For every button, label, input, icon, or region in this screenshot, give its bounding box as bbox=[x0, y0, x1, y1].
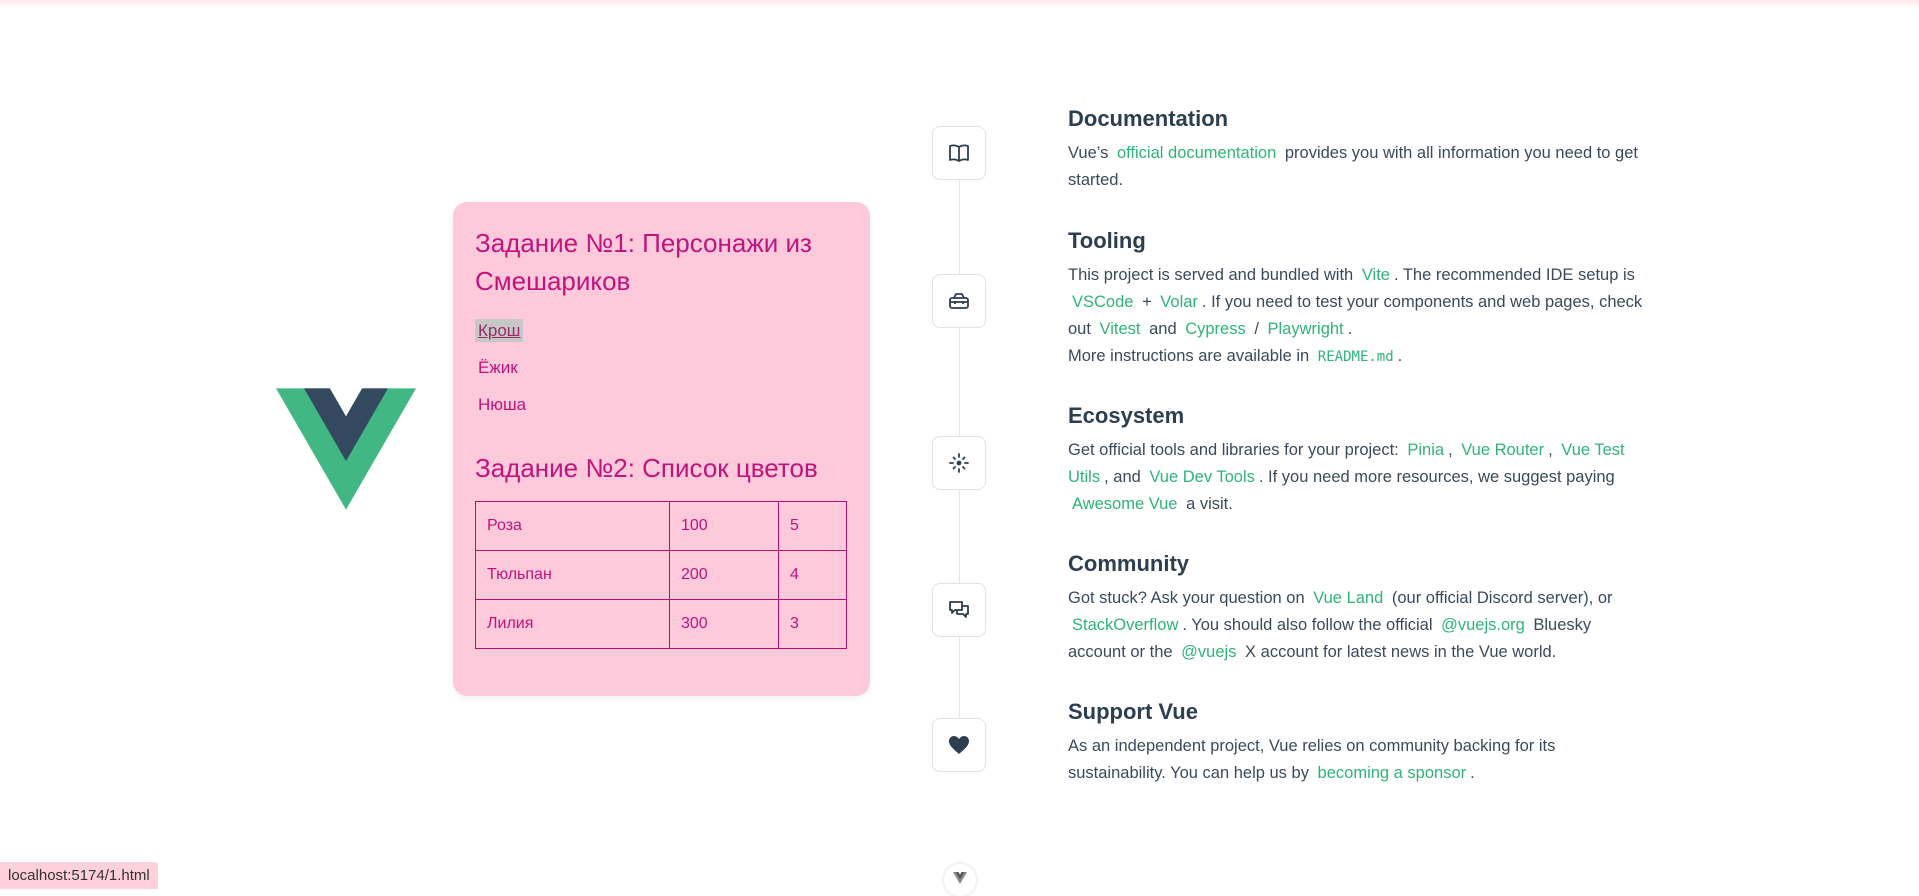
text: As an independent project, Vue relies on… bbox=[1068, 737, 1556, 782]
vue-mini-icon bbox=[953, 872, 967, 884]
section-text: Vue’s official documentation provides yo… bbox=[1068, 140, 1648, 194]
text: This project is served and bundled with bbox=[1068, 266, 1354, 284]
official-docs-link[interactable]: official documentation bbox=[1113, 144, 1280, 162]
text: . If you need more resources, we suggest… bbox=[1258, 468, 1615, 486]
characters-list: Крош Ёжик Нюша bbox=[475, 312, 848, 423]
playwright-link[interactable]: Playwright bbox=[1264, 320, 1348, 338]
character-name[interactable]: Крош bbox=[475, 319, 524, 342]
pinia-link[interactable]: Pinia bbox=[1403, 441, 1448, 459]
readme-code: README.md bbox=[1317, 349, 1394, 365]
cypress-link[interactable]: Cypress bbox=[1181, 320, 1250, 338]
flower-qty-cell: 300 bbox=[669, 599, 779, 649]
text: . bbox=[1397, 347, 1403, 365]
text: , bbox=[1548, 441, 1553, 459]
sponsor-link[interactable]: becoming a sponsor bbox=[1314, 764, 1471, 782]
heart-icon bbox=[932, 718, 986, 772]
text: Got stuck? Ask your question on bbox=[1068, 589, 1305, 607]
bluesky-link[interactable]: @vuejs.org bbox=[1437, 616, 1529, 634]
flower-qty-cell: 200 bbox=[669, 550, 779, 600]
vscode-link[interactable]: VSCode bbox=[1068, 293, 1137, 311]
top-glow bbox=[0, 0, 1919, 8]
awesome-vue-link[interactable]: Awesome Vue bbox=[1068, 495, 1181, 513]
book-icon bbox=[932, 126, 986, 180]
text: X account for latest news in the Vue wor… bbox=[1245, 643, 1557, 661]
section-title: Community bbox=[1068, 551, 1189, 576]
vue-dev-tools-link[interactable]: Vue Dev Tools bbox=[1145, 468, 1258, 486]
text: . The recommended IDE setup is bbox=[1393, 266, 1635, 284]
vue-logo bbox=[276, 388, 416, 510]
section-tooling: Tooling This project is served and bundl… bbox=[1068, 226, 1648, 371]
chat-icon bbox=[932, 583, 986, 637]
section-support: Support Vue As an independent project, V… bbox=[1068, 697, 1648, 787]
section-text: As an independent project, Vue relies on… bbox=[1068, 733, 1648, 787]
text: + bbox=[1142, 293, 1152, 311]
task2-title: Задание №2: Список цветов bbox=[475, 453, 818, 483]
flower-rating-cell: 4 bbox=[778, 550, 847, 600]
section-text: This project is served and bundled with … bbox=[1068, 262, 1648, 371]
flower-qty-cell: 100 bbox=[669, 501, 779, 551]
section-title: Support Vue bbox=[1068, 699, 1198, 724]
text: a visit. bbox=[1186, 495, 1233, 513]
text: More instructions are available in bbox=[1068, 347, 1310, 365]
section-title: Tooling bbox=[1068, 228, 1146, 253]
flower-name-cell: Тюльпан bbox=[475, 550, 670, 600]
flower-name-cell: Роза bbox=[475, 501, 670, 551]
section-title: Documentation bbox=[1068, 106, 1229, 131]
section-text: Get official tools and libraries for you… bbox=[1068, 437, 1648, 518]
toolbox-icon bbox=[932, 274, 986, 328]
status-bar-url: localhost:5174/1.html bbox=[0, 862, 158, 889]
character-item[interactable]: Нюша bbox=[475, 386, 848, 423]
volar-link[interactable]: Volar bbox=[1156, 293, 1202, 311]
vue-router-link[interactable]: Vue Router bbox=[1457, 441, 1548, 459]
table-row: Роза 100 5 bbox=[475, 501, 847, 551]
task1-title: Задание №1: Персонажи из Смешариков bbox=[475, 228, 812, 296]
section-title: Ecosystem bbox=[1068, 403, 1185, 428]
text: . You should also follow the official bbox=[1182, 616, 1433, 634]
vite-link[interactable]: Vite bbox=[1358, 266, 1394, 284]
vitest-link[interactable]: Vitest bbox=[1096, 320, 1145, 338]
table-row: Лилия 300 3 bbox=[475, 599, 847, 649]
text: Vue’s bbox=[1068, 144, 1109, 162]
table-row: Тюльпан 200 4 bbox=[475, 550, 847, 600]
flower-rating-cell: 3 bbox=[778, 599, 847, 649]
section-documentation: Documentation Vue’s official documentati… bbox=[1068, 104, 1648, 194]
ecosystem-icon bbox=[932, 436, 986, 490]
character-name[interactable]: Ёжик bbox=[475, 356, 521, 379]
text: . bbox=[1470, 764, 1475, 782]
stackoverflow-link[interactable]: StackOverflow bbox=[1068, 616, 1182, 634]
tasks-card: Задание №1: Персонажи из Смешариков Крош… bbox=[453, 202, 870, 696]
section-community: Community Got stuck? Ask your question o… bbox=[1068, 549, 1648, 666]
text: . bbox=[1347, 320, 1353, 338]
text: (our official Discord server), or bbox=[1391, 589, 1613, 607]
text: , and bbox=[1104, 468, 1141, 486]
vue-devtools-button[interactable] bbox=[944, 864, 976, 896]
character-name[interactable]: Нюша bbox=[475, 393, 529, 416]
character-item[interactable]: Крош bbox=[475, 312, 848, 349]
x-link[interactable]: @vuejs bbox=[1177, 643, 1240, 661]
vue-land-link[interactable]: Vue Land bbox=[1309, 589, 1387, 607]
flowers-table: Роза 100 5 Тюльпан 200 4 Лилия 300 3 bbox=[475, 501, 847, 649]
text: / bbox=[1254, 320, 1259, 338]
text: and bbox=[1149, 320, 1177, 338]
text: Get official tools and libraries for you… bbox=[1068, 441, 1399, 459]
character-item[interactable]: Ёжик bbox=[475, 349, 848, 386]
section-text: Got stuck? Ask your question on Vue Land… bbox=[1068, 585, 1648, 666]
text: , bbox=[1448, 441, 1453, 459]
section-ecosystem: Ecosystem Get official tools and librari… bbox=[1068, 401, 1648, 518]
flower-name-cell: Лилия bbox=[475, 599, 670, 649]
flower-rating-cell: 5 bbox=[778, 501, 847, 551]
